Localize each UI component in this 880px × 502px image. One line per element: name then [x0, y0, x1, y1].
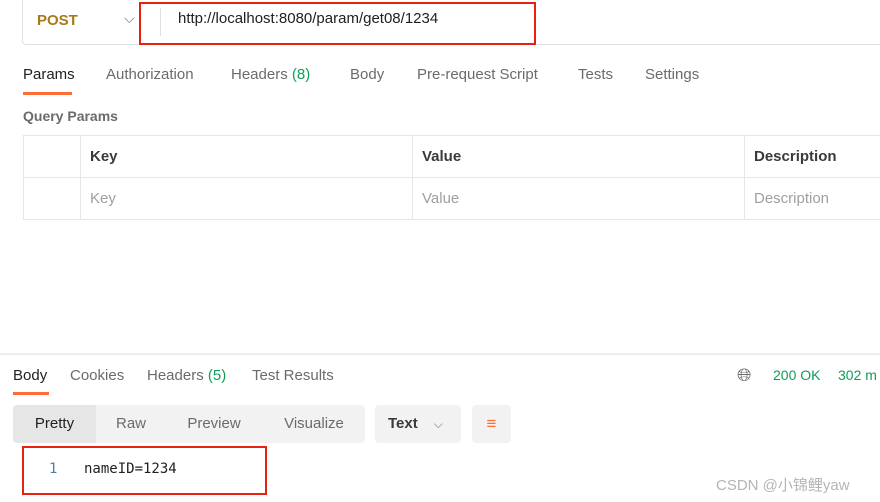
checkbox-column — [23, 135, 81, 178]
active-tab-underline — [23, 92, 72, 95]
column-header-value: Value — [412, 135, 745, 178]
view-pretty[interactable]: Pretty — [13, 405, 96, 443]
watermark: CSDN @小锦鲤yaw — [716, 477, 850, 494]
value-input[interactable]: Value — [412, 177, 745, 220]
method-select[interactable]: POST — [37, 12, 78, 29]
response-tab-headers[interactable]: Headers (5) — [147, 367, 226, 384]
view-raw[interactable]: Raw — [100, 405, 162, 443]
url-highlight-box — [139, 2, 536, 45]
headers-count: (8) — [291, 66, 311, 83]
table-row: Key Value Description — [23, 177, 880, 220]
status-code[interactable]: 200 OK — [773, 367, 820, 383]
table-header-row: Key Value Description — [23, 135, 880, 178]
key-input[interactable]: Key — [80, 177, 413, 220]
format-value: Text — [388, 415, 418, 432]
format-select[interactable]: Text ⌵ — [375, 405, 461, 443]
globe-icon[interactable]: 🌐︎ — [737, 365, 751, 386]
tab-settings[interactable]: Settings — [645, 66, 699, 83]
tab-label: Headers — [147, 367, 204, 384]
response-time[interactable]: 302 m — [838, 367, 877, 383]
pane-divider[interactable] — [0, 353, 880, 355]
description-input[interactable]: Description — [744, 177, 880, 220]
row-checkbox — [23, 177, 81, 220]
active-response-tab-underline — [13, 392, 49, 395]
headers-count: (5) — [207, 367, 227, 384]
response-tab-body[interactable]: Body — [13, 367, 47, 384]
column-header-description: Description — [744, 135, 880, 178]
view-visualize[interactable]: Visualize — [270, 405, 358, 443]
column-header-key: Key — [80, 135, 413, 178]
query-params-title: Query Params — [23, 108, 118, 124]
tab-label: Headers — [231, 66, 288, 83]
tab-tests[interactable]: Tests — [578, 66, 613, 83]
tab-headers[interactable]: Headers (8) — [231, 66, 310, 83]
response-tab-cookies[interactable]: Cookies — [70, 367, 124, 384]
chevron-down-icon: ⌵ — [433, 417, 443, 431]
response-highlight-box — [22, 446, 267, 495]
tab-pre-request-script[interactable]: Pre-request Script — [417, 66, 538, 83]
tab-params[interactable]: Params — [23, 66, 75, 83]
tab-authorization[interactable]: Authorization — [106, 66, 194, 83]
response-tab-test-results[interactable]: Test Results — [252, 367, 334, 384]
view-preview[interactable]: Preview — [170, 405, 258, 443]
wrap-lines-icon[interactable]: ≡ — [472, 405, 511, 443]
query-params-table: Key Value Description Key Value Descript… — [23, 135, 880, 220]
chevron-down-icon[interactable]: ⌵ — [124, 10, 135, 27]
tab-body[interactable]: Body — [350, 66, 384, 83]
